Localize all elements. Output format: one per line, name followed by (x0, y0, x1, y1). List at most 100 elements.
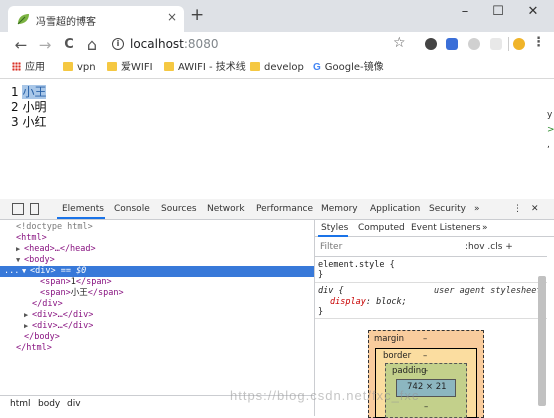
profile-avatar[interactable] (513, 38, 525, 50)
tab-title: 冯雪超的博客 (36, 17, 96, 28)
dom-node-div[interactable]: ▶ <div>…</div> (0, 321, 338, 332)
dom-node-span[interactable]: <span>小王</span> (0, 288, 354, 299)
breadcrumb-body[interactable]: body (38, 399, 60, 409)
active-tab-indicator (57, 217, 105, 219)
tab-memory[interactable]: Memory (321, 204, 358, 214)
dom-node-div[interactable]: ▶ <div>…</div> (0, 310, 338, 321)
page-viewport (0, 79, 554, 199)
bookmark-google-mirror[interactable]: G Google-镜像 (313, 61, 384, 75)
extension-icon-1[interactable] (425, 38, 437, 50)
list-item: 2 小明 (11, 100, 47, 114)
more-panels-button[interactable]: » (482, 223, 488, 233)
bookmark-star-icon[interactable]: ☆ (393, 35, 406, 51)
element-style-close: } (318, 270, 324, 280)
apps-grid-icon (12, 62, 21, 71)
border-value: – (423, 351, 428, 361)
browser-menu-icon[interactable]: ⋮ (532, 35, 545, 50)
extension-icon-3[interactable] (468, 38, 480, 50)
tab-close-icon[interactable]: × (167, 10, 177, 24)
dom-node-div-selected[interactable]: ... ▼ <div> == $0 (0, 266, 314, 277)
collapse-triangle-icon[interactable]: ▼ (16, 255, 24, 266)
new-tab-button[interactable]: + (190, 5, 204, 25)
info-icon[interactable]: i (112, 38, 124, 50)
devtools-menu-icon[interactable]: ⋮ (513, 204, 522, 214)
hov-cls-buttons[interactable]: :hov .cls + (465, 242, 513, 252)
bookmark-aiwifi[interactable]: 爱WIFI (107, 61, 153, 75)
reload-button[interactable]: C (60, 36, 78, 54)
folder-icon (164, 62, 174, 71)
padding-value: – (424, 366, 429, 376)
forward-button[interactable]: → (36, 36, 54, 54)
extension-icon-4[interactable] (490, 38, 502, 50)
expand-triangle-icon[interactable]: ▶ (24, 321, 32, 332)
tab-styles[interactable]: Styles (321, 223, 348, 233)
dom-node-head[interactable]: ▶ <head>…</head> (0, 244, 330, 255)
tab-application[interactable]: Application (370, 204, 420, 214)
back-button[interactable]: ← (12, 36, 30, 54)
breadcrumb-div[interactable]: div (67, 399, 81, 409)
dom-node-html-close[interactable]: </html> (0, 343, 330, 354)
home-button[interactable]: ⌂ (83, 36, 101, 54)
bookmark-vpn[interactable]: vpn (63, 61, 96, 75)
devtools-close-icon[interactable]: ✕ (531, 204, 539, 214)
minimize-button[interactable]: – (450, 4, 480, 19)
leaf-icon (17, 14, 29, 25)
padding-label: padding (392, 366, 427, 376)
rule-divider (315, 318, 547, 319)
list-item: 1 小王 (11, 85, 47, 99)
address-bar[interactable]: localhost:8080 (130, 36, 218, 52)
folder-icon (63, 62, 73, 71)
google-icon: G (313, 62, 321, 73)
margin-value: – (423, 334, 428, 344)
margin-label: margin (374, 334, 404, 344)
collapse-triangle-icon[interactable]: ▼ (22, 266, 30, 277)
edge-text: , (547, 140, 550, 150)
extension-icon-2[interactable] (446, 38, 458, 50)
breadcrumb-html[interactable]: html (10, 399, 31, 409)
tab-security[interactable]: Security (429, 204, 466, 214)
watermark: https://blog.csdn.net/fxc_fxc (230, 388, 420, 403)
browser-tab[interactable]: 冯雪超的博客 × (8, 6, 184, 32)
list-item: 3 小红 (11, 115, 47, 129)
padding-bottom-value: – (424, 402, 429, 412)
folder-icon (250, 62, 260, 71)
bookmark-apps[interactable]: 应用 (12, 61, 45, 75)
tab-sources[interactable]: Sources (161, 204, 197, 214)
tab-event-listeners[interactable]: Event Listeners (411, 223, 481, 233)
maximize-button[interactable]: ☐ (483, 4, 513, 19)
toolbar-divider (508, 37, 509, 51)
inspect-element-icon[interactable] (12, 203, 24, 215)
expand-triangle-icon[interactable]: ▶ (24, 310, 32, 321)
url-host: localhost (130, 37, 184, 51)
tab-computed[interactable]: Computed (358, 223, 405, 233)
filter-input[interactable]: Filter (320, 242, 342, 252)
tab-elements[interactable]: Elements (62, 204, 104, 214)
element-style-selector[interactable]: element.style { (318, 260, 395, 270)
dom-node-body[interactable]: ▼ <body> (0, 255, 330, 266)
tab-performance[interactable]: Performance (256, 204, 313, 214)
device-toolbar-icon[interactable] (30, 203, 39, 215)
ua-rule-declaration: display: block; (330, 297, 407, 307)
expand-triangle-icon[interactable]: ▶ (16, 244, 24, 255)
ua-rule-close: } (318, 307, 324, 317)
ua-rule-selector: div { (318, 286, 344, 296)
dom-node-body-close[interactable]: </body> (0, 332, 338, 343)
dom-node-div-close[interactable]: </div> (0, 299, 346, 310)
rule-divider (315, 282, 547, 283)
highlighted-name: 小王 (22, 85, 47, 99)
dom-node-html[interactable]: <html> (0, 233, 330, 244)
folder-icon (107, 62, 117, 71)
styles-scrollbar[interactable] (538, 276, 546, 406)
bookmark-develop[interactable]: develop (250, 61, 304, 75)
edge-text: > (547, 125, 554, 135)
tab-console[interactable]: Console (114, 204, 150, 214)
bookmark-awifi-tech[interactable]: AWIFI - 技术线 (164, 61, 246, 75)
close-window-button[interactable]: ✕ (518, 4, 548, 19)
ua-stylesheet-source: user agent stylesheet (434, 286, 542, 296)
edge-text: y (547, 110, 553, 120)
tab-network[interactable]: Network (207, 204, 245, 214)
dom-node-doctype[interactable]: <!doctype html> (0, 222, 330, 233)
dom-node-span[interactable]: <span>1</span> (0, 277, 354, 288)
url-port: :8080 (183, 37, 219, 51)
more-tabs-button[interactable]: » (474, 204, 480, 214)
